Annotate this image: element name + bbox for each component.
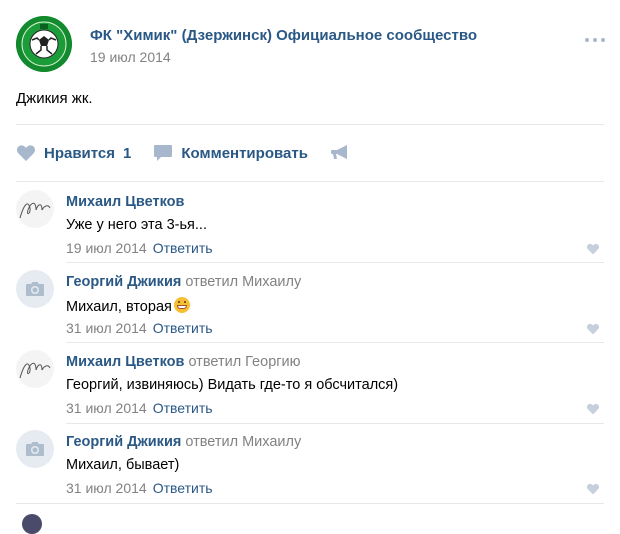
comment-icon	[154, 145, 173, 161]
comment-date[interactable]: 19 июл 2014	[66, 240, 147, 256]
like-button[interactable]: Нравится 1	[16, 144, 131, 162]
comment-author: Михаил Цветков ответил Георгию	[66, 354, 301, 370]
author-name[interactable]: Георгий Джикия	[66, 274, 181, 290]
comment-text: Георгий, извиняюсь) Видать где-то я обсч…	[66, 377, 399, 393]
comment-item: Михаил Цветков ответил Георгию Георгий, …	[16, 344, 604, 424]
comment-meta: 19 июл 2014 Ответить	[66, 240, 213, 256]
share-button[interactable]	[330, 144, 360, 162]
comment-text-content: Михаил, вторая	[66, 299, 172, 315]
comment-text: Михаил, бывает)	[66, 457, 180, 473]
like-count: 1	[123, 144, 132, 162]
like-label: Нравится	[44, 144, 116, 162]
camera-icon	[26, 442, 44, 456]
replied-to[interactable]: ответил Михаилу	[185, 274, 301, 290]
replied-to[interactable]: ответил Михаилу	[185, 434, 301, 450]
divider	[16, 181, 604, 182]
heart-icon	[586, 243, 600, 255]
group-name[interactable]: ФК "Химик" (Дзержинск) Официальное сообщ…	[90, 27, 477, 44]
comment-label: Комментировать	[181, 144, 308, 162]
post-text: Джикия жк.	[16, 90, 93, 107]
camera-placeholder-avatar[interactable]	[16, 270, 54, 308]
comment-like-button[interactable]	[586, 482, 600, 500]
comment-like-button[interactable]	[586, 322, 600, 340]
comment-date[interactable]: 31 июл 2014	[66, 400, 147, 416]
heart-icon	[586, 323, 600, 335]
post-header: ФК "Химик" (Дзержинск) Официальное сообщ…	[16, 16, 606, 76]
megaphone-icon	[330, 145, 347, 159]
comment-meta: 31 июл 2014 Ответить	[66, 480, 213, 496]
comment-input-avatar	[22, 514, 42, 534]
heart-icon	[586, 403, 600, 415]
comment-author: Георгий Джикия ответил Михаилу	[66, 274, 301, 290]
comment-item: Михаил Цветков Уже у него эта 3-ья... 19…	[16, 184, 604, 264]
reply-button[interactable]: Ответить	[153, 480, 213, 496]
camera-icon	[26, 282, 44, 296]
comment-button[interactable]: Комментировать	[153, 144, 308, 162]
divider	[16, 124, 604, 125]
author-name[interactable]: Михаил Цветков	[66, 194, 184, 210]
reply-button[interactable]: Ответить	[153, 320, 213, 336]
author-name[interactable]: Георгий Джикия	[66, 434, 181, 450]
comment-author: Михаил Цветков	[66, 194, 184, 210]
camera-placeholder-avatar[interactable]	[16, 430, 54, 468]
comment-author: Георгий Джикия ответил Михаилу	[66, 434, 301, 450]
reply-button[interactable]: Ответить	[153, 400, 213, 416]
comment-text: Михаил, вторая	[66, 297, 190, 315]
author-name[interactable]: Михаил Цветков	[66, 354, 184, 370]
comment-meta: 31 июл 2014 Ответить	[66, 400, 213, 416]
comment-meta: 31 июл 2014 Ответить	[66, 320, 213, 336]
signature-avatar[interactable]	[16, 350, 54, 388]
heart-icon	[16, 145, 36, 161]
comment-date[interactable]: 31 июл 2014	[66, 320, 147, 336]
comment-like-button[interactable]	[586, 402, 600, 420]
divider	[66, 342, 604, 343]
reply-button[interactable]: Ответить	[153, 240, 213, 256]
group-avatar[interactable]	[16, 16, 72, 72]
comment-date[interactable]: 31 июл 2014	[66, 480, 147, 496]
post-actions: Нравится 1 Комментировать	[16, 140, 382, 166]
signature-avatar[interactable]	[16, 190, 54, 228]
post-date[interactable]: 19 июл 2014	[90, 49, 171, 65]
comment-text: Уже у него эта 3-ья...	[66, 217, 207, 233]
comment-item: Георгий Джикия ответил Михаилу Михаил, б…	[16, 424, 604, 504]
replied-to[interactable]: ответил Георгию	[188, 354, 300, 370]
football-logo-icon	[16, 16, 72, 72]
comment-like-button[interactable]	[586, 242, 600, 260]
more-horizontal-icon[interactable]	[584, 30, 606, 48]
heart-icon	[586, 483, 600, 495]
divider	[66, 262, 604, 263]
comment-item: Георгий Джикия ответил Михаилу Михаил, в…	[16, 264, 604, 344]
divider	[16, 503, 604, 504]
grinning-face-emoji-icon	[173, 297, 190, 313]
